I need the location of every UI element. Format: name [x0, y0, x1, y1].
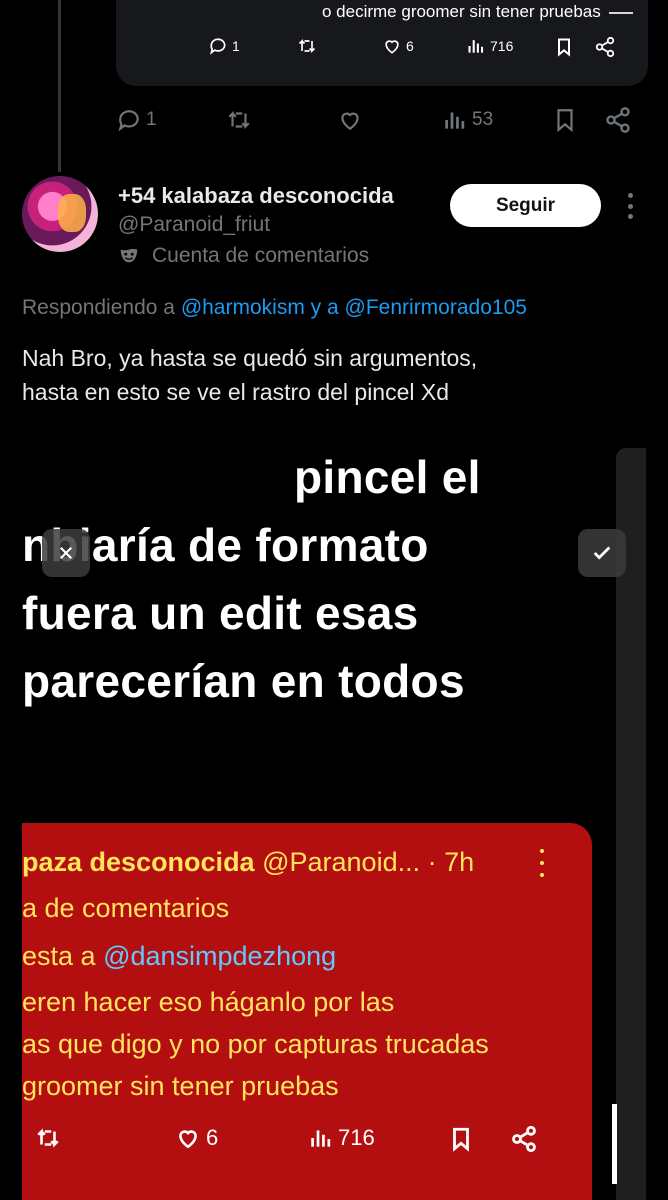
- views-icon: [311, 1130, 331, 1147]
- heart-icon: [179, 1130, 197, 1149]
- replying-to-line: Respondiendo a @harmokism y a @Fenrirmor…: [22, 296, 527, 320]
- image-text-line: parecerían en todos: [22, 655, 465, 707]
- quoted-retweet-button[interactable]: [296, 36, 318, 56]
- tweet-text-line: Nah Bro, ya hasta se quedó sin argumento…: [22, 345, 478, 371]
- views-count: 53: [472, 109, 494, 130]
- share-icon: [606, 107, 630, 133]
- screenshot-like-count: 6: [206, 1125, 219, 1150]
- follow-button[interactable]: Seguir: [450, 184, 601, 227]
- retweet-icon: [37, 1128, 59, 1148]
- share-icon: [595, 36, 615, 58]
- quoted-views-count: 716: [490, 38, 514, 54]
- tweet-text-line: hasta en esto se ve el rastro del pincel…: [22, 379, 450, 405]
- confirm-button[interactable]: [578, 529, 626, 577]
- heart-icon: [341, 112, 359, 130]
- quoted-tweet-snippet: o decirme groomer sin tener pruebas: [322, 2, 633, 22]
- mask-icon: [120, 248, 138, 263]
- image-text-line: fuera un edit esas: [22, 587, 419, 639]
- screenshot-handle-time: @Paranoid... · 7h: [262, 847, 475, 877]
- thread-connector: [58, 0, 61, 172]
- reply-button[interactable]: 1: [116, 104, 157, 136]
- quoted-tweet-card[interactable]: o decirme groomer sin tener pruebas 1 6 …: [116, 0, 648, 86]
- mention-connector: y a: [310, 296, 339, 319]
- bookmark-icon: [453, 1127, 469, 1152]
- quoted-bookmark-button[interactable]: [554, 36, 574, 58]
- user-handle[interactable]: @Paranoid_friut: [118, 213, 270, 237]
- retweet-button[interactable]: [224, 104, 254, 136]
- more-options-button[interactable]: [622, 193, 638, 219]
- like-button[interactable]: [336, 104, 364, 136]
- views-button[interactable]: 53: [442, 104, 493, 136]
- share-button[interactable]: [604, 104, 632, 136]
- bookmark-icon: [557, 109, 573, 133]
- screenshot-reply-mention: @dansimpdezhong: [103, 941, 337, 971]
- screenshot-text-line: groomer sin tener pruebas: [22, 1071, 339, 1101]
- display-name[interactable]: +54 kalabaza desconocida: [118, 183, 394, 209]
- bookmark-icon: [558, 38, 570, 57]
- tweet-text: Nah Bro, ya hasta se quedó sin argumento…: [22, 341, 642, 409]
- quoted-views-button[interactable]: 716: [466, 36, 513, 56]
- reply-icon: [118, 110, 139, 132]
- screenshot-badge: a de comentarios: [22, 893, 230, 923]
- views-icon: [445, 112, 465, 129]
- screenshot-views-count: 716: [338, 1125, 375, 1150]
- screenshot-more-icon: [540, 849, 546, 877]
- screenshot-name-line: paza desconocida @Paranoid... · 7h: [22, 847, 474, 878]
- screenshot-replying-line: esta a @dansimpdezhong: [22, 941, 336, 972]
- screenshot-text-line: eren hacer eso háganlo por las: [22, 987, 395, 1017]
- screenshot-text-line: as que digo y no por capturas trucadas: [22, 1029, 489, 1059]
- quoted-reply-button[interactable]: 1: [208, 36, 240, 56]
- quoted-like-button[interactable]: 6: [382, 36, 414, 56]
- quoted-like-count: 6: [406, 38, 414, 54]
- bookmark-button[interactable]: [552, 104, 578, 136]
- mention-link-1[interactable]: @harmokism: [181, 296, 305, 319]
- more-icon: [627, 193, 633, 198]
- quoted-reply-count: 1: [232, 38, 240, 54]
- retweet-icon: [298, 38, 316, 54]
- screenshot-reply-prefix: esta a: [22, 941, 96, 971]
- reply-icon: [209, 38, 226, 55]
- tweet-media-image[interactable]: pincel el nbiaría de formato fuera un ed…: [22, 448, 646, 1200]
- screenshot-retweet: [34, 1125, 62, 1151]
- mention-link-2[interactable]: @Fenrirmorado105: [345, 296, 527, 319]
- media-scroll-thumb[interactable]: [612, 1104, 617, 1184]
- image-text-line: pincel el: [294, 451, 481, 503]
- screenshot-like: 6: [174, 1125, 218, 1151]
- views-icon: [468, 40, 484, 53]
- screenshot-views: 716: [308, 1125, 375, 1151]
- screenshot-tweet-card: paza desconocida @Paranoid... · 7h a de …: [22, 823, 592, 1200]
- screenshot-name: paza desconocida: [22, 847, 255, 877]
- quoted-share-button[interactable]: [594, 36, 616, 58]
- screenshot-bookmark: [448, 1125, 474, 1153]
- comment-account-label: Cuenta de comentarios: [152, 244, 370, 267]
- close-button[interactable]: [42, 529, 90, 577]
- share-icon: [512, 1125, 536, 1153]
- replying-prefix: Respondiendo a: [22, 296, 175, 319]
- close-icon: [59, 546, 73, 560]
- check-icon: [593, 546, 611, 560]
- avatar[interactable]: [22, 176, 98, 252]
- heart-icon: [385, 40, 399, 54]
- reply-count: 1: [146, 109, 157, 130]
- screenshot-share: [510, 1125, 538, 1153]
- retweet-icon: [228, 110, 250, 130]
